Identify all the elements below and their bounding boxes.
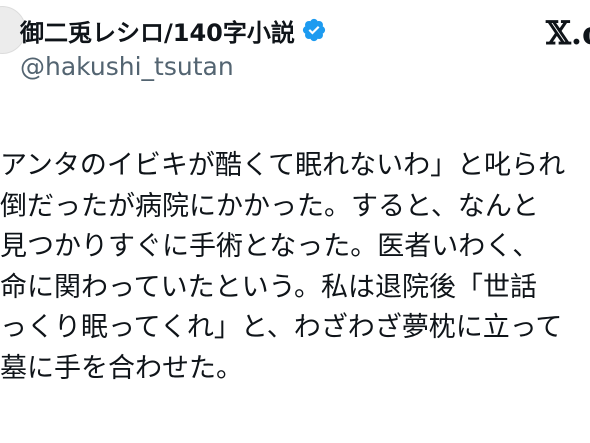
tweet-line: 命に関わっていたという。私は退院後「世話 (0, 271, 538, 303)
tweet-line: っくり眠ってくれ」と、わざわざ夢枕に立って (0, 312, 563, 343)
tweet-text: アンタのイビキが酷くて眠れないわ」と叱られ 倒だったが病院にかかった。すると、な… (0, 146, 590, 389)
tweet-line: 倒だったが病院にかかった。すると、なんと (0, 190, 539, 222)
display-name: 御二兎レシロ/140字小説 (20, 18, 295, 47)
user-handle[interactable]: @hakushi_tsutan (20, 52, 234, 81)
display-name-row[interactable]: 御二兎レシロ/140字小説 (20, 12, 327, 48)
verified-badge-icon (302, 18, 325, 42)
tweet-line: アンタのイビキが酷くて眠れないわ」と叱られ (0, 150, 566, 181)
tweet-line: 墓に手を合わせた。 (0, 352, 243, 384)
tweet-line: 見つかりすぐに手術となった。医者いわく、 (0, 231, 540, 262)
x-logo-icon[interactable]: 𝕏.c (546, 14, 590, 54)
